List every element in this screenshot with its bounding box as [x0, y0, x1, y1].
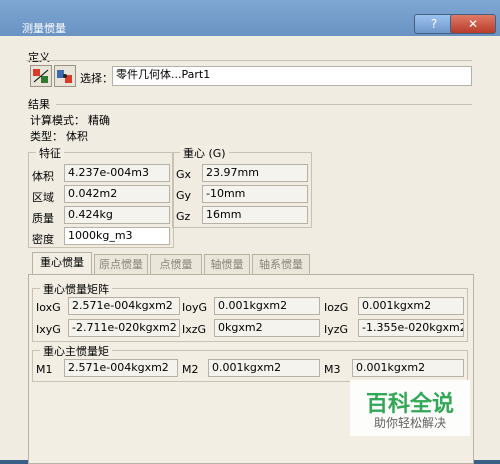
- calc-mode-value: 精确: [88, 114, 110, 127]
- ioyg-label: IoyG: [182, 301, 208, 314]
- window-title: 测量惯量: [22, 22, 66, 35]
- volume-label: 体积: [32, 170, 54, 183]
- dialog-window: 测量惯量 ? ✕ 定义 选择： 零件几何体...Part1 结果 计算模式： 精…: [0, 0, 500, 464]
- density-input[interactable]: 1000kg_m3: [64, 227, 170, 245]
- density-label: 密度: [32, 233, 54, 246]
- tab-point-inertia[interactable]: 点惯量: [150, 254, 202, 274]
- ioxg-label: IoxG: [36, 301, 61, 314]
- m3-value: 0.001kgxm2: [352, 359, 464, 377]
- ixzg-value: 0kgxm2: [214, 319, 320, 337]
- type-value: 体积: [66, 130, 88, 143]
- tab-axis-system-inertia[interactable]: 轴系惯量: [252, 254, 310, 274]
- gx-label: Gx: [176, 168, 192, 181]
- gz-label: Gz: [176, 210, 191, 223]
- mass-label: 质量: [32, 212, 54, 225]
- tab-center-inertia[interactable]: 重心惯量: [32, 252, 92, 274]
- m2-value: 0.001kgxm2: [208, 359, 320, 377]
- gy-label: Gy: [176, 189, 192, 202]
- ixyg-value: -2.711e-020kgxm2: [68, 319, 180, 337]
- measure-inertia-icon: [57, 70, 72, 83]
- area-label: 区域: [32, 191, 54, 204]
- inertia-matrix-group-label: 重心惯量矩阵: [40, 281, 112, 297]
- measure-inertia-button[interactable]: [54, 65, 76, 87]
- m2-label: M2: [182, 363, 199, 376]
- measure-item-icon: [33, 69, 49, 83]
- mass-value: 0.424kg: [64, 206, 170, 224]
- gz-value: 16mm: [202, 206, 308, 224]
- ioxg-value: 2.571e-004kgxm2: [68, 297, 180, 315]
- calc-mode-label: 计算模式：: [30, 114, 85, 127]
- m3-label: M3: [324, 363, 341, 376]
- area-value: 0.042m2: [64, 185, 170, 203]
- m1-label: M1: [36, 363, 53, 376]
- m1-value: 2.571e-004kgxm2: [64, 359, 178, 377]
- features-group-label: 特征: [36, 145, 64, 161]
- iyzg-value: -1.355e-020kgxm2: [358, 319, 464, 337]
- title-bar[interactable]: 测量惯量 ? ✕: [0, 0, 500, 36]
- selection-field[interactable]: 零件几何体...Part1: [112, 66, 472, 86]
- iozg-value: 0.001kgxm2: [358, 297, 464, 315]
- ixyg-label: IxyG: [36, 323, 61, 336]
- help-button[interactable]: ?: [414, 14, 454, 34]
- center-group-label: 重心 (G): [180, 145, 229, 161]
- tab-origin-inertia[interactable]: 原点惯量: [94, 254, 148, 274]
- ixzg-label: IxzG: [182, 323, 207, 336]
- volume-value: 4.237e-004m3: [64, 164, 170, 182]
- gy-value: -10mm: [202, 185, 308, 203]
- type-label: 类型：: [30, 130, 63, 143]
- selection-label: 选择：: [80, 72, 113, 85]
- result-divider: [56, 104, 472, 105]
- result-group-label: 结果: [28, 98, 50, 111]
- tab-axis-inertia[interactable]: 轴惯量: [204, 254, 250, 274]
- watermark-subtitle: 助你轻松解决: [373, 416, 446, 430]
- dialog-frame: [0, 36, 28, 460]
- iyzg-label: IyzG: [324, 323, 349, 336]
- close-button[interactable]: ✕: [450, 14, 496, 34]
- watermark: 百科全说 助你轻松解决: [350, 380, 470, 436]
- ioyg-value: 0.001kgxm2: [214, 297, 320, 315]
- iozg-label: IozG: [324, 301, 349, 314]
- measure-item-button[interactable]: [30, 65, 52, 87]
- gx-value: 23.97mm: [202, 164, 308, 182]
- principal-moments-group-label: 重心主惯量矩: [40, 343, 112, 359]
